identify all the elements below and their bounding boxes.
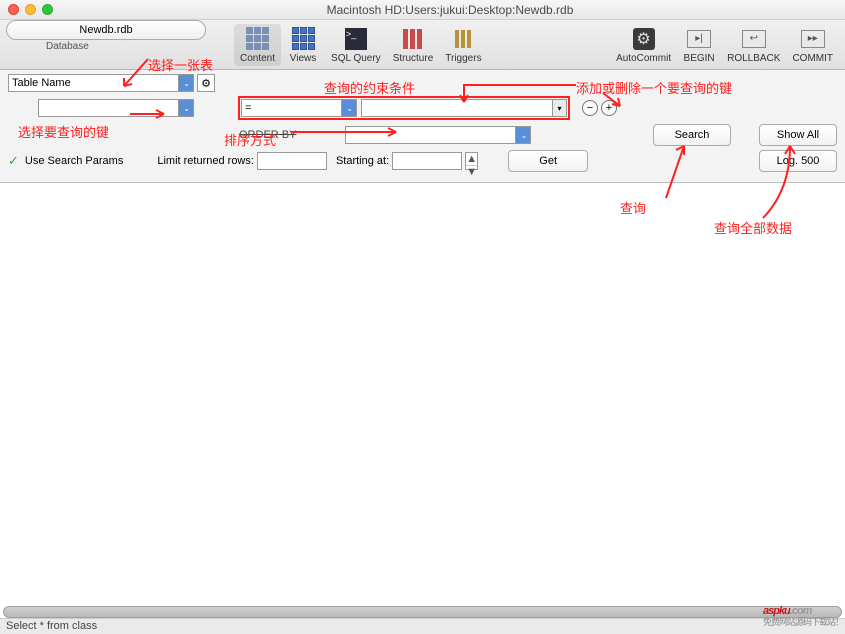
minimize-icon[interactable] — [25, 4, 36, 15]
starting-at-input[interactable] — [392, 152, 462, 170]
close-icon[interactable] — [8, 4, 19, 15]
show-all-button[interactable]: Show All — [759, 124, 837, 146]
views-tab[interactable]: Views — [281, 24, 325, 66]
status-bar: Select * from class — [0, 618, 845, 634]
gear-icon: ⚙ — [630, 26, 658, 52]
status-text: Select * from class — [6, 620, 97, 632]
autocommit-button[interactable]: ⚙AutoCommit — [610, 24, 677, 66]
database-name: Newdb.rdb — [79, 24, 132, 36]
rollback-icon: ↩ — [740, 26, 768, 52]
structure-icon — [399, 26, 427, 52]
use-search-params-label[interactable]: Use Search Params — [25, 155, 123, 167]
commit-button[interactable]: ▸▸COMMIT — [786, 24, 839, 66]
zoom-icon[interactable] — [42, 4, 53, 15]
value-input[interactable]: ▾ — [361, 99, 567, 117]
database-label: Database — [46, 41, 89, 52]
annotation-query: 查询 — [620, 198, 646, 217]
limit-rows-label: Limit returned rows: — [157, 155, 254, 167]
triggers-icon — [449, 26, 477, 52]
add-key-button[interactable]: + — [601, 100, 617, 116]
database-selector[interactable]: Newdb.rdb — [6, 20, 206, 40]
search-button[interactable]: Search — [653, 124, 731, 146]
check-icon: ✓ — [8, 153, 19, 169]
starting-at-label: Starting at: — [336, 155, 389, 167]
sqlquery-icon: >_ — [342, 26, 370, 52]
order-by-select[interactable]: ⌄ — [345, 126, 531, 144]
gear-button[interactable]: ⚙ — [197, 74, 215, 92]
begin-icon: ▸| — [685, 26, 713, 52]
control-panel: Table Name⌄ ⚙ ⌄ =⌄ ▾ − + ORDER BY ⌄ Sear… — [0, 70, 845, 183]
order-by-label: ORDER BY — [239, 129, 296, 141]
table-name-select[interactable]: Table Name⌄ — [8, 74, 194, 92]
sqlquery-tab[interactable]: >_SQL Query — [325, 24, 387, 66]
window-controls — [8, 4, 53, 15]
get-button[interactable]: Get — [508, 150, 588, 172]
log-button[interactable]: Log. 500 — [759, 150, 837, 172]
commit-icon: ▸▸ — [799, 26, 827, 52]
gear-icon-small: ⚙ — [201, 77, 211, 90]
operator-select[interactable]: =⌄ — [241, 99, 357, 117]
views-icon — [289, 26, 317, 52]
content-tab[interactable]: Content — [234, 24, 281, 66]
rollback-button[interactable]: ↩ROLLBACK — [721, 24, 786, 66]
limit-rows-input[interactable] — [257, 152, 327, 170]
scrollbar[interactable] — [3, 606, 842, 618]
begin-button[interactable]: ▸|BEGIN — [677, 24, 721, 66]
annotation-query-all: 查询全部数据 — [714, 218, 792, 237]
key-select[interactable]: ⌄ — [38, 99, 194, 117]
toolbar: Newdb.rdb Database Content Views >_SQL Q… — [0, 20, 845, 70]
window-title: Macintosh HD:Users:jukui:Desktop:Newdb.r… — [63, 3, 837, 17]
content-icon — [244, 26, 272, 52]
structure-tab[interactable]: Structure — [387, 24, 440, 66]
remove-key-button[interactable]: − — [582, 100, 598, 116]
watermark: aspku.com 免费网站源码下载站！ — [763, 589, 843, 628]
triggers-tab[interactable]: Triggers — [439, 24, 487, 66]
starting-at-stepper[interactable]: ▲▼ — [465, 152, 478, 170]
titlebar: Macintosh HD:Users:jukui:Desktop:Newdb.r… — [0, 0, 845, 20]
